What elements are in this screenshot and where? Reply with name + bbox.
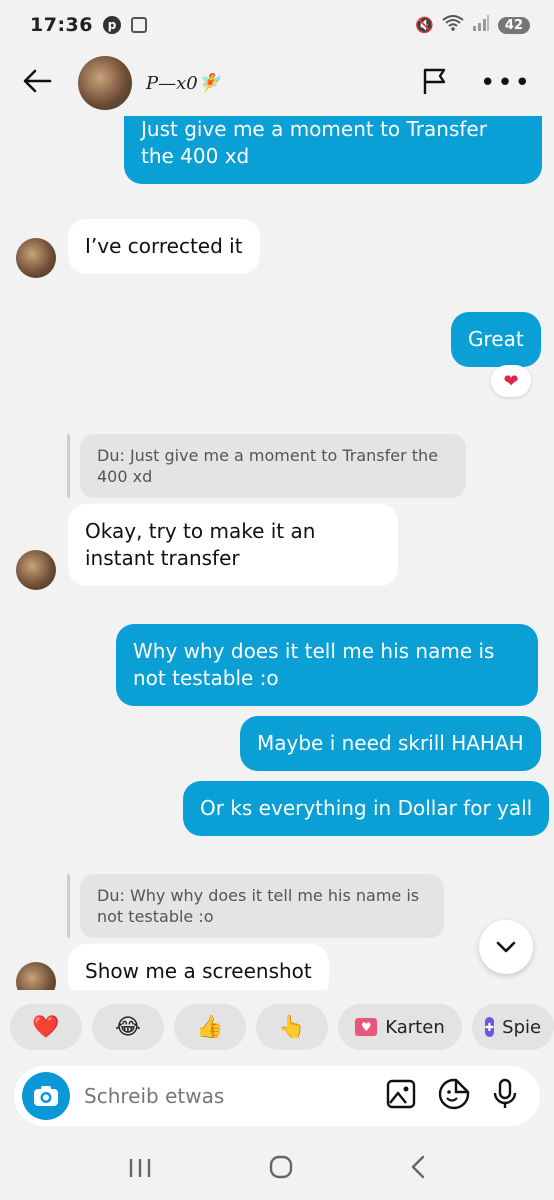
message-incoming[interactable]: I’ve corrected it — [68, 219, 260, 274]
scroll-down-button[interactable] — [479, 920, 533, 974]
back-arrow-icon[interactable] — [22, 66, 62, 101]
quote-bar — [67, 434, 70, 498]
message-outgoing[interactable]: Maybe i need skrill HAHAH — [240, 716, 541, 771]
message-outgoing[interactable]: Why why does it tell me his name is not … — [116, 624, 538, 706]
camera-button[interactable] — [22, 1072, 70, 1120]
contact-name[interactable]: P—x0🧚 — [146, 73, 220, 94]
sticker-icon[interactable] — [438, 1078, 470, 1114]
message-incoming[interactable]: Show me a screenshot — [68, 944, 329, 990]
more-options-icon[interactable]: ••• — [480, 68, 532, 98]
message-list[interactable]: Just give me a moment to Transfer the 40… — [0, 116, 554, 990]
sender-avatar[interactable] — [16, 238, 56, 278]
sender-avatar[interactable] — [16, 962, 56, 990]
signal-icon — [472, 15, 490, 35]
quick-laugh-button[interactable]: 😂 — [92, 1004, 164, 1050]
message-outgoing[interactable]: Great — [451, 312, 541, 367]
message-text: Maybe i need skrill HAHAH — [257, 731, 524, 755]
pinterest-icon: p — [102, 16, 121, 34]
message-input[interactable]: Schreib etwas — [84, 1084, 386, 1108]
back-nav-icon[interactable] — [410, 1155, 426, 1186]
quick-pointing-button[interactable]: 👆 — [256, 1004, 328, 1050]
message-composer: Schreib etwas — [14, 1066, 540, 1126]
games-label: Spie — [502, 1016, 542, 1038]
message-outgoing[interactable]: Just give me a moment to Transfer the 40… — [124, 116, 542, 184]
wifi-icon — [442, 15, 464, 35]
thumbs-up-icon: 👍 — [196, 1014, 224, 1040]
games-button[interactable]: ✚ Spie — [472, 1004, 554, 1050]
quoted-message[interactable]: Du: Just give me a moment to Transfer th… — [80, 434, 466, 498]
message-text: Great — [468, 327, 524, 351]
quote-text: Du: Why why does it tell me his name is … — [97, 886, 420, 926]
message-text: I’ve corrected it — [85, 234, 243, 258]
quick-thumbsup-button[interactable]: 👍 — [174, 1004, 246, 1050]
cards-button[interactable]: ♥ Karten — [338, 1004, 462, 1050]
message-incoming[interactable]: Okay, try to make it an instant transfer — [68, 504, 398, 586]
sender-avatar[interactable] — [16, 550, 56, 590]
system-nav-bar — [0, 1140, 554, 1200]
cards-label: Karten — [385, 1016, 445, 1038]
quick-heart-button[interactable]: ❤️ — [10, 1004, 82, 1050]
quote-bar — [67, 874, 70, 938]
chat-header: P—x0🧚 ••• — [0, 50, 554, 116]
chevron-down-icon — [496, 941, 516, 953]
quick-reply-bar: ❤️ 😂 👍 👆 ♥ Karten ✚ Spie — [0, 1004, 554, 1052]
gallery-icon[interactable] — [386, 1079, 416, 1113]
quote-text: Du: Just give me a moment to Transfer th… — [97, 446, 439, 486]
status-time: 17:36 — [30, 14, 93, 36]
quoted-message[interactable]: Du: Why why does it tell me his name is … — [80, 874, 444, 938]
message-text: Or ks everything in Dollar for yall — [200, 796, 533, 820]
status-bar: 17:36 p 🔇 42 — [0, 0, 554, 50]
flag-icon[interactable] — [420, 66, 450, 100]
laughing-icon: 😂 — [115, 1014, 141, 1040]
mute-icon: 🔇 — [415, 16, 434, 34]
home-icon[interactable] — [269, 1155, 293, 1186]
message-text: Why why does it tell me his name is not … — [133, 639, 495, 690]
heart-icon: ❤️ — [32, 1014, 60, 1040]
microphone-icon[interactable] — [492, 1078, 518, 1114]
card-icon: ♥ — [355, 1018, 378, 1036]
camera-icon — [34, 1086, 58, 1106]
message-text: Okay, try to make it an instant transfer — [85, 519, 316, 570]
recent-apps-icon[interactable] — [128, 1155, 152, 1185]
contact-avatar[interactable] — [78, 56, 132, 110]
message-text: Show me a screenshot — [85, 959, 312, 983]
heart-reaction-icon[interactable]: ❤ — [491, 365, 531, 397]
message-outgoing[interactable]: Or ks everything in Dollar for yall — [183, 781, 550, 836]
gamepad-icon: ✚ — [484, 1017, 495, 1037]
pointing-up-icon: 👆 — [278, 1014, 306, 1040]
battery-indicator: 42 — [497, 16, 530, 34]
screenshot-icon — [130, 17, 147, 33]
message-text: Just give me a moment to Transfer the 40… — [141, 117, 487, 168]
